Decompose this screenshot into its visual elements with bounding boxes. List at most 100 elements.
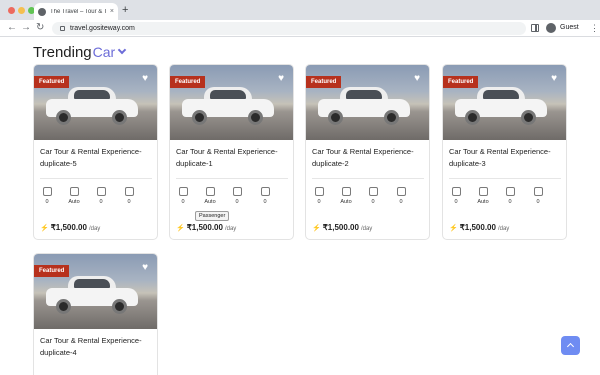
gear-shift-icon xyxy=(69,187,79,196)
profile-avatar-icon[interactable] xyxy=(546,23,556,33)
browser-menu-icon[interactable]: ⋮ xyxy=(590,22,599,34)
spec-gear: Auto xyxy=(339,187,353,205)
spec-list: 0 Auto 0 0 xyxy=(176,187,291,209)
price: ₹1,500.00 xyxy=(186,223,223,232)
passenger-icon xyxy=(451,187,461,196)
wishlist-heart-icon[interactable]: ♥ xyxy=(414,74,420,84)
luggage-icon xyxy=(260,187,270,196)
price-unit: /day xyxy=(497,226,510,232)
divider xyxy=(312,178,424,179)
scroll-to-top-button[interactable] xyxy=(561,336,580,355)
featured-badge: Featured xyxy=(34,76,70,88)
price: ₹1,500.00 xyxy=(50,223,87,232)
car-door-icon xyxy=(368,187,378,196)
listing-card[interactable]: Featured ♥ Car Tour & Rental Experience-… xyxy=(169,64,294,240)
close-window-icon[interactable] xyxy=(8,7,15,14)
price-row: ⚡ ₹1,500.00 /day xyxy=(312,223,372,232)
featured-badge: Featured xyxy=(170,76,206,88)
lightning-icon: ⚡ xyxy=(176,225,185,232)
gear-shift-icon xyxy=(478,187,488,196)
category-dropdown[interactable]: Car xyxy=(92,44,127,60)
spec-list: 0 Auto 0 0 xyxy=(40,187,155,209)
browser-tab[interactable]: The Travel – Tour & Travels W... × xyxy=(34,3,118,20)
card-title[interactable]: Car Tour & Rental Experience-duplicate-3 xyxy=(449,146,562,170)
globe-icon xyxy=(38,7,46,16)
browser-tab-strip: The Travel – Tour & Travels W... × + xyxy=(0,0,600,20)
price-unit: /day xyxy=(88,226,101,232)
lightning-icon: ⚡ xyxy=(312,225,321,232)
reload-icon[interactable]: ↻ xyxy=(36,22,44,34)
car-image[interactable]: Featured ♥ xyxy=(34,254,157,329)
spec-gear: Auto xyxy=(476,187,490,205)
car-image[interactable]: Featured ♥ xyxy=(34,65,157,140)
spec-luggage: 0 xyxy=(122,187,136,205)
price: ₹1,500.00 xyxy=(459,223,496,232)
car-illustration xyxy=(46,276,138,316)
price: ₹1,500.00 xyxy=(322,223,359,232)
profile-label[interactable]: Guest xyxy=(560,24,579,31)
featured-badge: Featured xyxy=(306,76,342,88)
car-illustration xyxy=(318,87,410,127)
minimize-window-icon[interactable] xyxy=(18,7,25,14)
card-title[interactable]: Car Tour & Rental Experience-duplicate-1 xyxy=(176,146,289,170)
price-row: ⚡ ₹1,500.00 /day xyxy=(40,223,100,232)
passenger-tooltip: Passenger xyxy=(195,211,230,221)
card-title[interactable]: Car Tour & Rental Experience-duplicate-2 xyxy=(312,146,425,170)
spec-doors: 0 xyxy=(503,187,517,205)
spec-passenger: 0 xyxy=(449,187,463,205)
card-title[interactable]: Car Tour & Rental Experience-duplicate-5 xyxy=(40,146,153,170)
spec-passenger: 0 xyxy=(40,187,54,205)
url-text: travel.gositeway.com xyxy=(70,25,135,32)
spec-doors: 0 xyxy=(230,187,244,205)
chevron-down-icon xyxy=(117,45,127,55)
spec-passenger: 0 xyxy=(176,187,190,205)
browser-toolbar: ← → ↻ travel.gositeway.com Guest ⋮ xyxy=(0,20,600,37)
listing-card[interactable]: Featured ♥ Car Tour & Rental Experience-… xyxy=(33,64,158,240)
listing-card[interactable]: Featured ♥ Car Tour & Rental Experience-… xyxy=(305,64,430,240)
car-illustration xyxy=(182,87,274,127)
card-title[interactable]: Car Tour & Rental Experience-duplicate-4 xyxy=(40,335,153,359)
listing-card[interactable]: Featured ♥ Car Tour & Rental Experience-… xyxy=(33,253,158,375)
car-door-icon xyxy=(96,187,106,196)
spec-passenger: 0 xyxy=(312,187,326,205)
wishlist-heart-icon[interactable]: ♥ xyxy=(142,74,148,84)
luggage-icon xyxy=(533,187,543,196)
car-image[interactable]: Featured ♥ xyxy=(170,65,293,140)
section-heading: Trending Car xyxy=(33,44,127,61)
car-image[interactable]: Featured ♥ xyxy=(306,65,429,140)
back-arrow-icon[interactable]: ← xyxy=(7,22,17,34)
divider xyxy=(449,178,561,179)
gear-shift-icon xyxy=(205,187,215,196)
page-title: Trending xyxy=(33,44,92,61)
spec-luggage: 0 xyxy=(531,187,545,205)
listing-card[interactable]: Featured ♥ Car Tour & Rental Experience-… xyxy=(442,64,567,240)
lightning-icon: ⚡ xyxy=(40,225,49,232)
luggage-icon xyxy=(396,187,406,196)
spec-luggage: 0 xyxy=(258,187,272,205)
forward-arrow-icon[interactable]: → xyxy=(21,22,31,34)
side-panel-icon[interactable] xyxy=(531,24,539,32)
luggage-icon xyxy=(124,187,134,196)
spec-doors: 0 xyxy=(366,187,380,205)
price-unit: /day xyxy=(360,226,373,232)
wishlist-heart-icon[interactable]: ♥ xyxy=(278,74,284,84)
new-tab-button[interactable]: + xyxy=(122,4,128,16)
spec-gear: Auto xyxy=(203,187,217,205)
passenger-icon xyxy=(314,187,324,196)
wishlist-heart-icon[interactable]: ♥ xyxy=(551,74,557,84)
price-unit: /day xyxy=(224,226,237,232)
category-dropdown-label: Car xyxy=(92,44,116,60)
spec-list: 0 Auto 0 0 xyxy=(449,187,564,209)
tab-title: The Travel – Tour & Travels W... xyxy=(50,8,107,15)
featured-badge: Featured xyxy=(34,265,70,277)
address-bar[interactable]: travel.gositeway.com xyxy=(52,22,526,35)
spec-gear: Auto xyxy=(67,187,81,205)
car-door-icon xyxy=(505,187,515,196)
passenger-icon xyxy=(178,187,188,196)
wishlist-heart-icon[interactable]: ♥ xyxy=(142,263,148,273)
tab-close-icon[interactable]: × xyxy=(110,8,114,15)
passenger-icon xyxy=(42,187,52,196)
divider xyxy=(176,178,288,179)
car-image[interactable]: Featured ♥ xyxy=(443,65,566,140)
lightning-icon: ⚡ xyxy=(449,225,458,232)
